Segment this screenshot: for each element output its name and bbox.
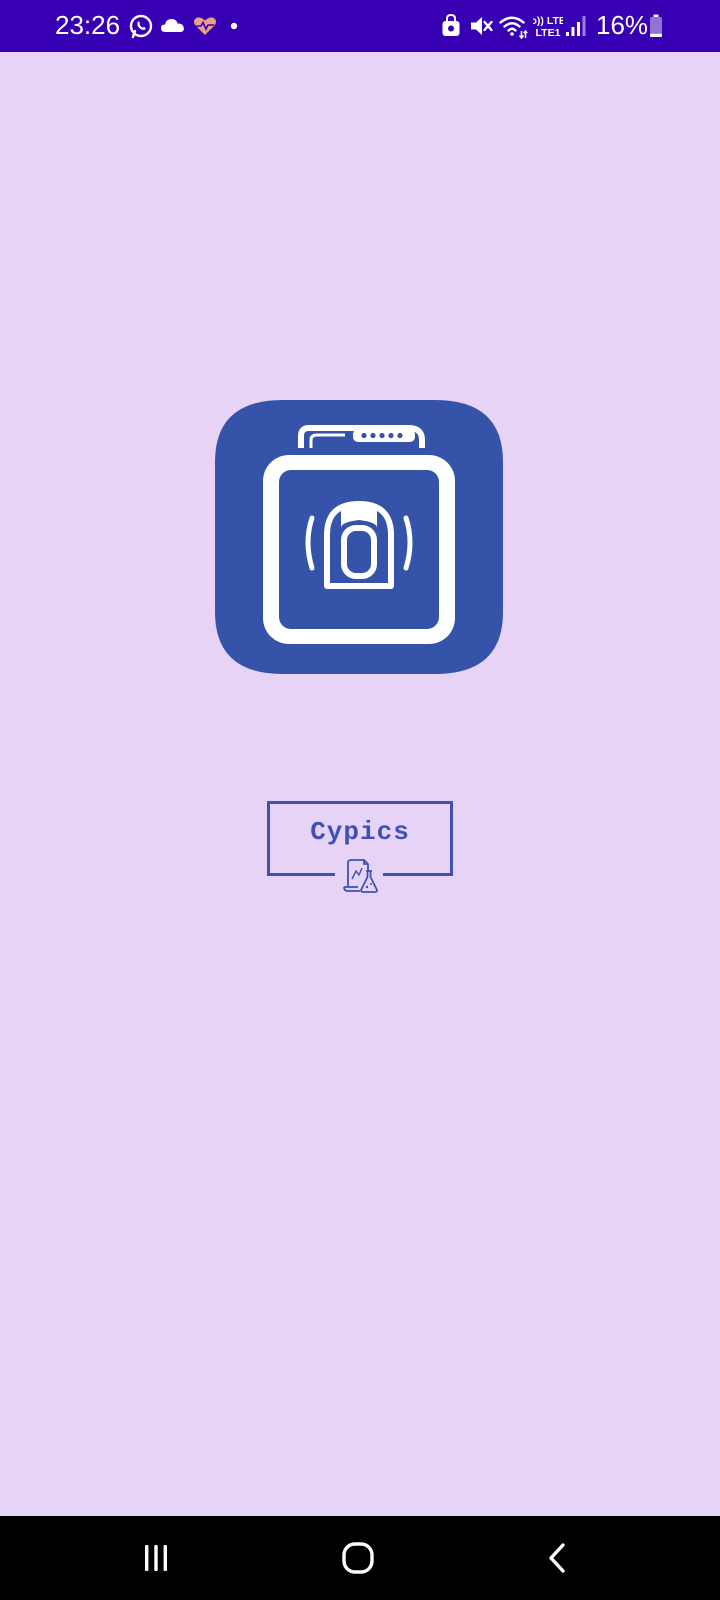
signal-icon	[566, 16, 586, 36]
home-button[interactable]	[334, 1534, 382, 1582]
splash-screen	[0, 52, 720, 1516]
home-icon	[342, 1542, 374, 1574]
whatsapp-icon	[129, 14, 153, 39]
app-logo-icon	[215, 400, 503, 674]
battery-icon	[650, 14, 662, 37]
heart-rate-icon	[194, 17, 216, 35]
wifi-icon	[499, 16, 528, 40]
lte-label: LTE1	[536, 27, 561, 39]
volte-lte-icon: Vo)) LTE1 LTE1	[533, 15, 563, 39]
back-icon	[549, 1543, 565, 1573]
navigation-bar	[0, 1516, 720, 1600]
mute-icon	[471, 17, 493, 35]
recents-button[interactable]	[132, 1534, 180, 1582]
brand-name: Cypics	[310, 817, 410, 847]
recents-icon	[145, 1545, 167, 1571]
back-button[interactable]	[534, 1534, 582, 1582]
cloud-icon	[161, 19, 184, 32]
battery-percent: 16%	[596, 10, 649, 40]
lab-flask-icon	[343, 859, 378, 893]
secure-folder-icon	[442, 13, 460, 36]
notification-dot-icon	[230, 22, 238, 30]
volte-label: Vo)) LTE1	[533, 15, 563, 27]
status-bar: 23:26 Vo)) LTE1 LTE1	[0, 0, 720, 52]
status-time: 23:26	[55, 10, 121, 40]
